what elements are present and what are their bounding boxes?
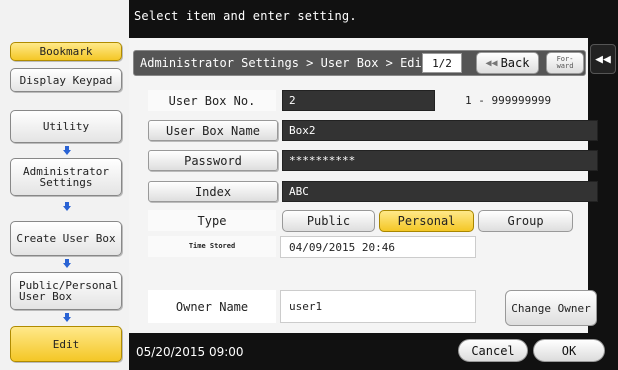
administrator-settings-button[interactable]: Administrator Settings — [10, 158, 122, 196]
index-button[interactable]: Index — [148, 181, 278, 202]
back-arrow-icon: ◀◀ — [485, 57, 498, 69]
forward-button[interactable]: For- ward — [546, 52, 584, 74]
instruction-message: Select item and enter setting. — [134, 9, 357, 23]
user-box-no-value: 2 — [282, 90, 435, 111]
edit-button[interactable]: Edit — [10, 326, 122, 362]
utility-button[interactable]: Utility — [10, 110, 122, 143]
back-button[interactable]: ◀◀ Back — [476, 52, 539, 74]
password-button[interactable]: Password — [148, 150, 278, 171]
create-user-box-button[interactable]: Create User Box — [10, 221, 122, 256]
arrow-down-icon — [63, 202, 71, 211]
owner-name-label: Owner Name — [148, 290, 276, 323]
change-owner-button[interactable]: Change Owner — [505, 290, 597, 326]
index-value: ABC — [282, 181, 598, 202]
double-chevron-left-icon: ◀◀ — [595, 51, 611, 67]
page-indicator: 1/2 — [422, 53, 462, 73]
collapse-panel-button[interactable]: ◀◀ — [590, 44, 616, 74]
type-label: Type — [148, 210, 276, 231]
user-box-no-label: User Box No. — [148, 90, 276, 111]
type-group-button[interactable]: Group — [478, 210, 573, 232]
type-personal-button[interactable]: Personal — [379, 210, 474, 232]
owner-name-value: user1 — [280, 290, 476, 323]
arrow-down-icon — [63, 259, 71, 268]
public-personal-user-box-button[interactable]: Public/Personal User Box — [10, 272, 122, 310]
back-label: Back — [500, 56, 530, 70]
arrow-down-icon — [63, 146, 71, 155]
ok-button[interactable]: OK — [533, 339, 605, 362]
time-stored-value: 04/09/2015 20:46 — [280, 236, 476, 258]
user-box-no-range: 1 - 999999999 — [465, 94, 552, 107]
time-stored-label: Time Stored — [148, 236, 276, 257]
arrow-down-icon — [63, 313, 71, 322]
password-value: ********** — [282, 150, 598, 171]
type-public-button[interactable]: Public — [282, 210, 375, 232]
status-datetime: 05/20/2015 09:00 — [136, 345, 244, 359]
cancel-button[interactable]: Cancel — [458, 339, 528, 362]
display-keypad-button[interactable]: Display Keypad — [10, 68, 122, 92]
user-box-name-value: Box2 — [282, 120, 598, 141]
user-box-name-button[interactable]: User Box Name — [148, 120, 278, 141]
bookmark-button[interactable]: Bookmark — [10, 42, 122, 61]
breadcrumb: Administrator Settings > User Box > Edit — [140, 56, 429, 70]
